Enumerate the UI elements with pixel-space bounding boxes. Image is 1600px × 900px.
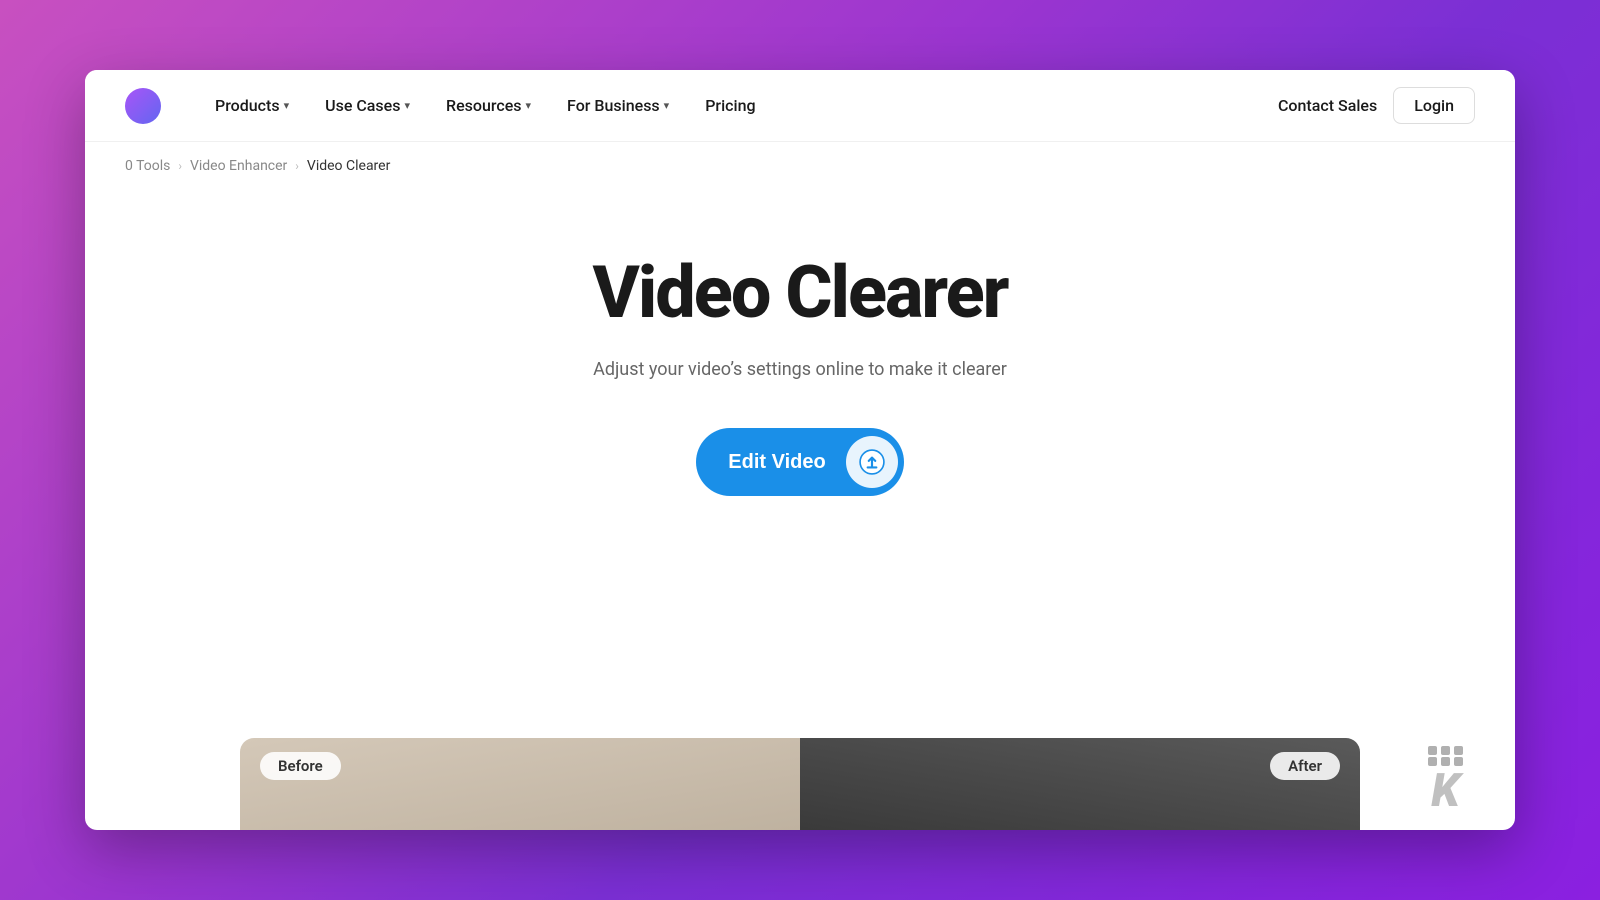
before-after-section: Before After — [85, 738, 1515, 830]
browser-window: Products ▾ Use Cases ▾ Resources ▾ For B… — [85, 70, 1515, 830]
nav-use-cases-label: Use Cases — [325, 96, 400, 115]
after-label: After — [1270, 752, 1340, 780]
edit-video-label: Edit Video — [728, 451, 825, 474]
hero-subtitle: Adjust your video’s settings online to m… — [593, 359, 1007, 380]
nav-products-label: Products — [215, 96, 280, 115]
breadcrumb: 0 Tools › Video Enhancer › Video Clearer — [85, 142, 1515, 190]
login-button[interactable]: Login — [1393, 87, 1475, 124]
nav-use-cases[interactable]: Use Cases ▾ — [311, 88, 424, 123]
before-after-wrapper: Before After — [240, 738, 1360, 830]
navbar: Products ▾ Use Cases ▾ Resources ▾ For B… — [85, 70, 1515, 142]
dot — [1454, 746, 1463, 755]
kapwing-watermark: K — [1428, 746, 1463, 814]
breadcrumb-item-tools[interactable]: 0 Tools — [125, 158, 170, 174]
hero-section: Video Clearer Adjust your video’s settin… — [85, 190, 1515, 536]
breadcrumb-separator: › — [295, 159, 299, 173]
kapwing-dots — [1428, 746, 1463, 755]
upload-icon — [859, 449, 885, 475]
before-panel: Before — [240, 738, 800, 830]
chevron-down-icon: ▾ — [526, 99, 532, 112]
dot — [1441, 746, 1450, 755]
nav-for-business-label: For Business — [567, 96, 660, 115]
nav-right: Contact Sales Login — [1278, 87, 1475, 124]
nav-resources-label: Resources — [446, 96, 522, 115]
page-title: Video Clearer — [593, 250, 1008, 335]
chevron-down-icon: ▾ — [284, 99, 290, 112]
kapwing-k-letter: K — [1431, 768, 1460, 814]
nav-links: Products ▾ Use Cases ▾ Resources ▾ For B… — [201, 88, 1278, 123]
breadcrumb-separator: › — [178, 159, 182, 173]
nav-resources[interactable]: Resources ▾ — [432, 88, 545, 123]
breadcrumb-item-clearer: Video Clearer — [307, 158, 390, 174]
edit-video-button[interactable]: Edit Video — [696, 428, 903, 496]
brand-logo[interactable] — [125, 88, 161, 124]
breadcrumb-item-enhancer[interactable]: Video Enhancer — [190, 158, 287, 174]
chevron-down-icon: ▾ — [664, 99, 670, 112]
nav-products[interactable]: Products ▾ — [201, 88, 303, 123]
nav-pricing[interactable]: Pricing — [691, 88, 769, 123]
after-panel: After — [800, 738, 1360, 830]
upload-icon-circle — [846, 436, 898, 488]
chevron-down-icon: ▾ — [404, 99, 410, 112]
dot — [1428, 746, 1437, 755]
nav-for-business[interactable]: For Business ▾ — [553, 88, 683, 123]
contact-sales-link[interactable]: Contact Sales — [1278, 96, 1377, 115]
before-label: Before — [260, 752, 341, 780]
